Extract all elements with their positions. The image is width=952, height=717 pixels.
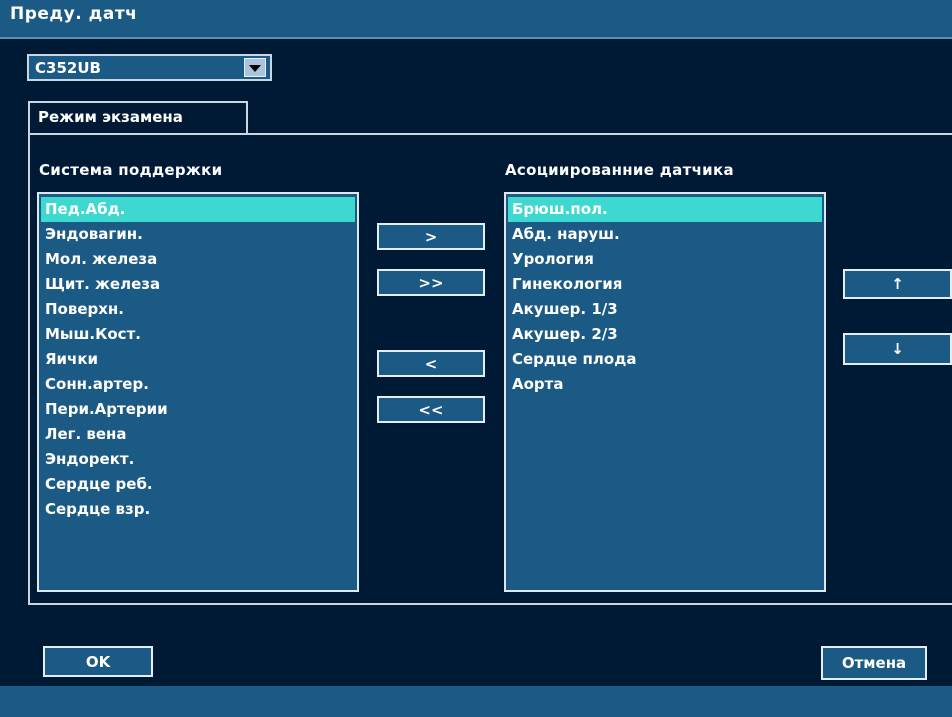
- list-item[interactable]: Пери.Артерии: [41, 397, 355, 422]
- list-item[interactable]: Сердце взр.: [41, 497, 355, 522]
- list-item[interactable]: Сердце реб.: [41, 472, 355, 497]
- probe-dropdown-value: C352UB: [35, 59, 101, 77]
- list-item[interactable]: Сонн.артер.: [41, 372, 355, 397]
- available-exams-list[interactable]: Пед.Абд. Эндовагин. Мол. железа Щит. железа…: [37, 192, 359, 592]
- list-item[interactable]: Лег. вена: [41, 422, 355, 447]
- list-item[interactable]: Мыш.Кост.: [41, 322, 355, 347]
- ok-button[interactable]: OK: [43, 646, 153, 677]
- list-item[interactable]: Яички: [41, 347, 355, 372]
- list-item[interactable]: Акушер. 1/3: [508, 297, 822, 322]
- move-down-button[interactable]: ↓: [843, 333, 952, 365]
- chevron-down-icon[interactable]: [244, 58, 266, 77]
- associated-exams-list[interactable]: Брюш.пол. Абд. наруш. Урология Гинекология А…: [504, 192, 826, 592]
- list-item[interactable]: Акушер. 2/3: [508, 322, 822, 347]
- list-item[interactable]: Пед.Абд.: [41, 197, 355, 222]
- list-item[interactable]: Урология: [508, 247, 822, 272]
- remove-all-button[interactable]: <<: [377, 396, 485, 423]
- list-item[interactable]: Брюш.пол.: [508, 197, 822, 222]
- list-item[interactable]: Мол. железа: [41, 247, 355, 272]
- list-item[interactable]: Эндорект.: [41, 447, 355, 472]
- cancel-button[interactable]: Отмена: [821, 646, 927, 680]
- list-item[interactable]: Абд. наруш.: [508, 222, 822, 247]
- list-item[interactable]: Эндовагин.: [41, 222, 355, 247]
- right-list-heading: Асоциированние датчика: [505, 161, 734, 179]
- list-item[interactable]: Сердце плода: [508, 347, 822, 372]
- remove-button[interactable]: <: [377, 350, 485, 377]
- tab-exam-mode[interactable]: Режим экзамена: [28, 101, 248, 133]
- list-item[interactable]: Гинекология: [508, 272, 822, 297]
- list-item[interactable]: Щит. железа: [41, 272, 355, 297]
- title-bar: Преду. датч: [0, 0, 952, 39]
- probe-dropdown[interactable]: C352UB: [27, 54, 272, 81]
- arrow-down-icon: ↓: [891, 340, 904, 358]
- list-item[interactable]: Поверхн.: [41, 297, 355, 322]
- status-bar: [0, 686, 952, 717]
- left-list-heading: Система поддержки: [39, 161, 223, 179]
- move-up-button[interactable]: ↑: [843, 269, 952, 299]
- add-button[interactable]: >: [377, 223, 485, 250]
- list-item[interactable]: Аорта: [508, 372, 822, 397]
- arrow-up-icon: ↑: [891, 275, 904, 293]
- add-all-button[interactable]: >>: [377, 269, 485, 296]
- window-title: Преду. датч: [10, 4, 138, 24]
- tab-exam-mode-label: Режим экзамена: [38, 108, 183, 126]
